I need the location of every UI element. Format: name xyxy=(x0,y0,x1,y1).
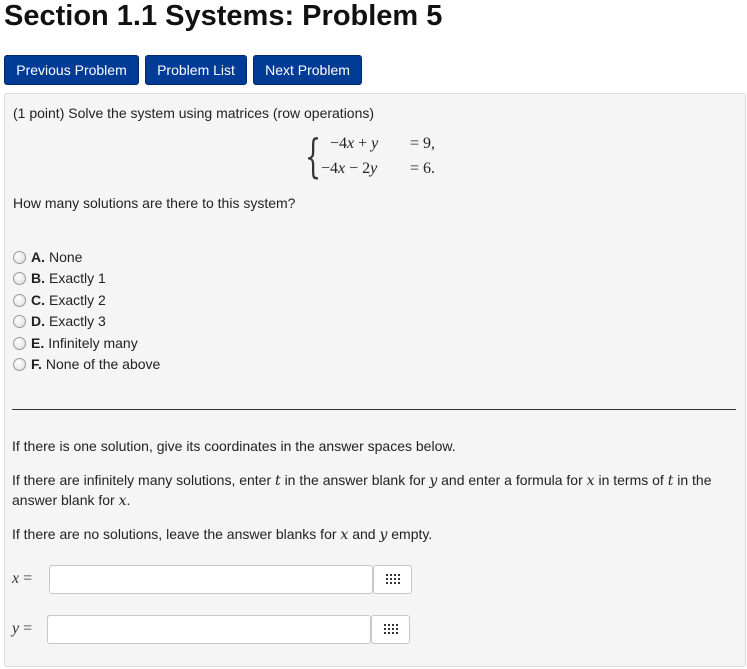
equation-2: −4x − 2y xyxy=(321,160,378,177)
problem-prompt-text: Solve the system using matrices (row ope… xyxy=(68,105,375,121)
equation-1-rhs: = 9, xyxy=(410,135,436,152)
previous-problem-button[interactable]: Previous Problem xyxy=(4,55,139,85)
option-d[interactable]: D. Exactly 3 xyxy=(13,312,106,330)
answer-label-y: y = xyxy=(12,620,33,637)
option-e[interactable]: E. Infinitely many xyxy=(13,334,138,352)
answer-row-x: x = xyxy=(12,564,412,594)
divider xyxy=(12,409,736,410)
answer-input-y[interactable] xyxy=(47,614,371,644)
radio-d[interactable] xyxy=(13,314,26,328)
answer-input-x[interactable] xyxy=(49,564,373,594)
instruction-one-solution: If there is one solution, give its coord… xyxy=(12,438,456,454)
radio-e[interactable] xyxy=(13,336,26,350)
radio-c[interactable] xyxy=(13,293,26,307)
radio-b[interactable] xyxy=(13,271,26,285)
matrix-button-y[interactable] xyxy=(371,614,410,644)
next-problem-button[interactable]: Next Problem xyxy=(253,55,362,85)
problem-prompt: (1 point) Solve the system using matrice… xyxy=(13,105,374,121)
option-f[interactable]: F. None of the above xyxy=(13,355,160,373)
radio-f[interactable] xyxy=(13,357,26,371)
question-text: How many solutions are there to this sys… xyxy=(13,195,296,211)
matrix-grid-icon xyxy=(383,624,398,634)
equation-1: −4x + y xyxy=(330,135,379,152)
equation-2-rhs: = 6. xyxy=(410,160,436,177)
matrix-grid-icon xyxy=(385,574,400,584)
option-b[interactable]: B. Exactly 1 xyxy=(13,269,106,287)
problem-points: (1 point) xyxy=(13,105,65,121)
problem-list-button[interactable]: Problem List xyxy=(145,55,247,85)
page-title: Section 1.1 Systems: Problem 5 xyxy=(4,0,443,32)
option-c[interactable]: C. Exactly 2 xyxy=(13,291,106,309)
instruction-infinite-line2: answer blank for x. xyxy=(12,492,131,509)
radio-a[interactable] xyxy=(13,250,26,264)
answer-row-y: y = xyxy=(12,614,410,644)
instruction-no-solution: If there are no solutions, leave the ans… xyxy=(12,526,433,543)
option-a[interactable]: A. None xyxy=(13,248,82,266)
instruction-infinite-line1: If there are infinitely many solutions, … xyxy=(12,472,712,489)
system-brace: { xyxy=(305,129,322,183)
matrix-button-x[interactable] xyxy=(373,564,412,594)
answer-label-x: x = xyxy=(12,570,33,587)
